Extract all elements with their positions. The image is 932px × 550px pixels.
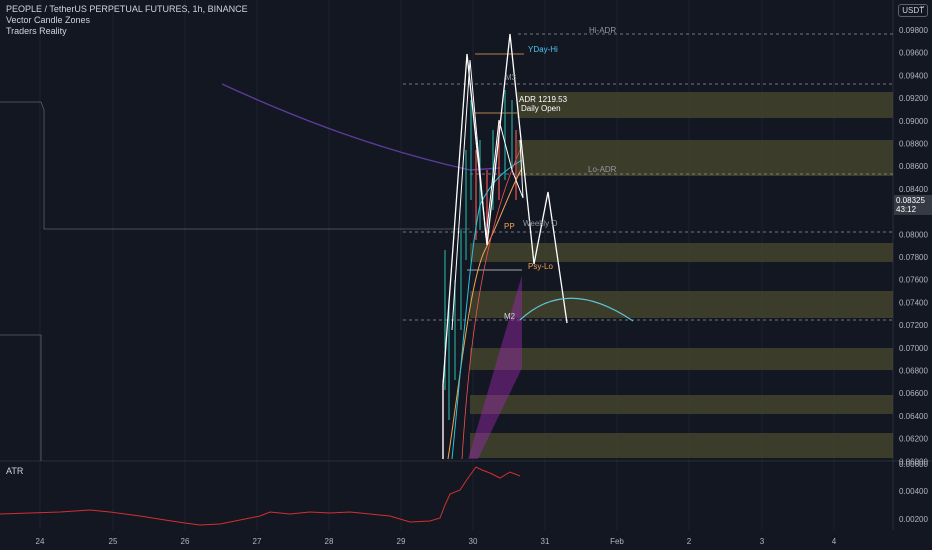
time-tick-label: 29 [397,537,406,546]
price-tick-label: 0.09800 [899,26,928,35]
price-tick-label: 0.07800 [899,253,928,262]
indicator-vector-candle-zones[interactable]: Vector Candle Zones [6,15,248,26]
lo-adr-label: Lo-ADR [588,165,617,174]
price-tick-label: 0.08400 [899,185,928,194]
atr-tick-label: 0.00600 [899,460,928,469]
time-axis[interactable]: 24 25 26 27 28 29 30 31 Feb 2 3 4 [36,537,837,546]
price-tick-label: 0.07200 [899,321,928,330]
price-axis[interactable]: 0.09800 0.09600 0.09400 0.09200 0.09000 0.088… [899,26,928,466]
daily-open-label: Daily Open [521,104,561,113]
step-line [0,101,470,230]
indicator-traders-reality[interactable]: Traders Reality [6,26,248,37]
vector-zones [470,92,893,458]
time-tick-label: 3 [760,537,765,546]
chart-canvas[interactable]: Hi-ADR YDay-Hi M3 ADR 1219.53 Daily Open… [0,0,932,550]
price-tick-label: 0.08800 [899,140,928,149]
atr-tick-label: 0.00400 [899,487,928,496]
yday-hi-label: YDay-Hi [528,45,558,54]
candle-countdown: 43:12 [896,205,917,214]
time-tick-label: 4 [832,537,837,546]
adr-label: ADR 1219.53 [519,95,568,104]
atr-title[interactable]: ATR [6,466,23,476]
atr-line [0,466,521,526]
time-tick-label: 25 [109,537,118,546]
time-tick-label: 27 [253,537,262,546]
ema-line [221,83,501,171]
atr-tick-label: 0.00200 [899,515,928,524]
price-tick-label: 0.06200 [899,435,928,444]
time-tick-label: 28 [325,537,334,546]
time-tick-label: 24 [36,537,45,546]
price-tick-label: 0.09200 [899,94,928,103]
price-tick-label: 0.07000 [899,344,928,353]
time-tick-label: 31 [541,537,550,546]
hi-adr-label: Hi-ADR [589,26,616,35]
symbol-title[interactable]: PEOPLE / TetherUS PERPETUAL FUTURES, 1h,… [6,4,248,15]
price-tick-label: 0.09600 [899,49,928,58]
current-price-tag: 0.08325 43:12 [894,195,932,215]
price-tick-label: 0.07600 [899,276,928,285]
price-tick-label: 0.09400 [899,71,928,80]
price-tick-label: 0.07400 [899,298,928,307]
step-line-2 [0,334,42,461]
m2-label: M2 [504,312,516,321]
price-tick-label: 0.09000 [899,117,928,126]
price-tick-label: 0.08600 [899,162,928,171]
price-tick-label: 0.06600 [899,389,928,398]
current-price-value: 0.08325 [896,196,925,205]
m3-label: M3 [505,73,517,82]
time-tick-label: Feb [610,537,624,546]
time-tick-label: 2 [687,537,692,546]
price-tick-label: 0.08000 [899,230,928,239]
price-tick-label: 0.06800 [899,367,928,376]
pp-label: PP [504,222,515,231]
time-tick-label: 30 [469,537,478,546]
weekly-open-label: Weekly O [523,219,558,228]
time-tick-label: 26 [181,537,190,546]
price-tick-label: 0.06400 [899,412,928,421]
currency-button[interactable]: USDT [898,4,928,17]
chart-legend: PEOPLE / TetherUS PERPETUAL FUTURES, 1h,… [6,4,248,37]
atr-axis[interactable]: 0.00600 0.00400 0.00200 [899,460,928,524]
psy-lo-label: Psy-Lo [528,262,553,271]
